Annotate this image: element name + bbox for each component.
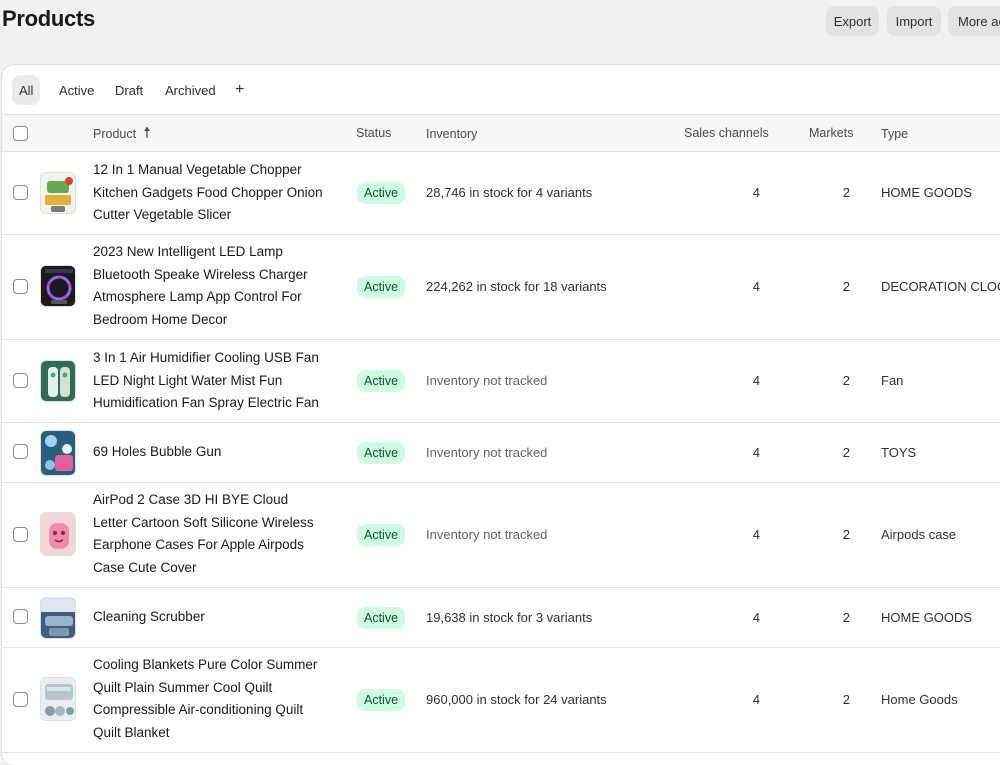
row-checkbox[interactable] [13,527,28,542]
sales-channels-cell: 4 [752,279,760,294]
sales-channels-cell: 4 [752,185,760,200]
inventory-cell: 960,000 in stock for 24 variants [426,692,607,707]
status-badge: Active [357,276,406,298]
table-row[interactable]: 2023 New Intelligent LED Lamp Bluetooth … [2,235,1000,340]
markets-cell: 2 [842,279,850,294]
table-row[interactable]: 69 Holes Bubble Gun Active Inventory not… [2,423,1000,483]
type-cell: TOYS [881,445,917,460]
import-button[interactable]: Import [887,6,941,36]
type-cell: DECORATION CLOCK [881,279,1000,294]
status-badge: Active [357,370,406,392]
inventory-cell: 28,746 in stock for 4 variants [426,185,593,200]
row-checkbox[interactable] [13,185,28,200]
markets-cell: 2 [842,373,850,388]
inventory-cell: Inventory not tracked [426,527,548,542]
more-actions-button[interactable]: More ac [948,6,1000,36]
tab-active[interactable]: Active [52,75,101,105]
sales-channels-cell: 4 [752,445,760,460]
row-checkbox[interactable] [13,373,28,388]
inventory-cell: 224,262 in stock for 18 variants [426,279,607,294]
column-product[interactable]: Product [93,126,151,142]
sales-channels-cell: 4 [752,373,760,388]
product-thumbnail [40,677,76,721]
sales-channels-cell: 4 [752,527,760,542]
table-row[interactable]: AirPod 2 Case 3D HI BYE Cloud Letter Car… [2,483,1000,588]
product-thumbnail [40,360,76,402]
column-product-label: Product [93,127,137,141]
tab-all[interactable]: All [12,75,41,105]
type-cell: HOME GOODS [881,610,973,625]
type-cell: Fan [881,373,904,388]
status-badge: Active [357,524,406,546]
status-badge: Active [357,442,406,464]
markets-cell: 2 [842,527,850,542]
export-button[interactable]: Export [826,6,879,36]
status-badge: Active [357,689,406,711]
markets-cell: 2 [842,185,850,200]
status-badge: Active [357,607,406,629]
column-type[interactable]: Type [881,127,908,141]
type-cell: Airpods case [881,527,957,542]
type-cell: Home Goods [881,692,958,707]
markets-cell: 2 [842,610,850,625]
product-name[interactable]: 3 In 1 Air Humidifier Cooling USB Fan LE… [93,347,325,415]
add-view-button[interactable]: + [228,75,251,105]
tab-archived[interactable]: Archived [158,75,223,105]
table-row[interactable]: 12 In 1 Manual Vegetable Chopper Kitchen… [2,152,1000,235]
markets-cell: 2 [842,445,850,460]
product-thumbnail [40,172,76,214]
filter-tabs: All Active Draft Archived + [2,65,1000,115]
row-checkbox[interactable] [13,444,28,459]
products-card: All Active Draft Archived + Product Stat… [2,65,1000,765]
column-inventory[interactable]: Inventory [426,127,477,141]
status-badge: Active [357,182,406,204]
product-thumbnail [40,512,76,556]
row-checkbox[interactable] [13,609,28,624]
product-name[interactable]: 12 In 1 Manual Vegetable Chopper Kitchen… [93,159,325,227]
inventory-cell: Inventory not tracked [426,445,548,460]
column-status[interactable]: Status [356,126,391,140]
product-thumbnail [40,265,76,307]
select-all-checkbox[interactable] [13,126,28,141]
product-name[interactable]: Cooling Blankets Pure Color Summer Quilt… [93,654,325,744]
sales-channels-cell: 4 [752,692,760,707]
table-row[interactable]: Cleaning Scrubber Active 19,638 in stock… [2,588,1000,648]
type-cell: HOME GOODS [881,185,973,200]
page-header: Products Export Import More ac [0,0,1000,64]
product-name[interactable]: 2023 New Intelligent LED Lamp Bluetooth … [93,241,325,331]
inventory-cell: 19,638 in stock for 3 variants [426,610,593,625]
table-header: Product Status Inventory Sales channels … [2,115,1000,152]
sales-channels-cell: 4 [752,610,760,625]
row-checkbox[interactable] [13,692,28,707]
column-markets[interactable]: Markets [809,126,853,140]
table-row[interactable]: Cooling Blankets Pure Color Summer Quilt… [2,648,1000,753]
product-thumbnail [40,597,76,639]
product-name[interactable]: 69 Holes Bubble Gun [93,441,325,464]
product-name[interactable]: Cleaning Scrubber [93,606,325,629]
inventory-cell: Inventory not tracked [426,373,548,388]
markets-cell: 2 [842,692,850,707]
page-title: Products [2,6,95,31]
sort-icon [143,126,151,142]
column-sales-channels[interactable]: Sales channels [684,126,769,140]
row-checkbox[interactable] [13,279,28,294]
product-name[interactable]: AirPod 2 Case 3D HI BYE Cloud Letter Car… [93,489,325,579]
table-row[interactable]: 3 In 1 Air Humidifier Cooling USB Fan LE… [2,340,1000,423]
tab-draft[interactable]: Draft [108,75,150,105]
product-thumbnail [40,430,76,476]
